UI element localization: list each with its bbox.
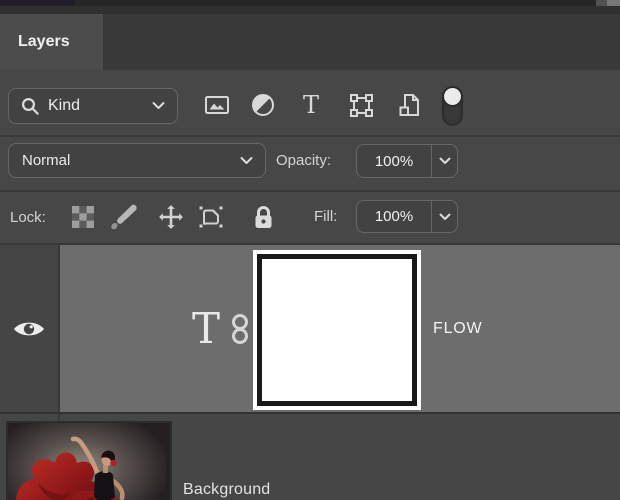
opacity-value[interactable]: 100% (357, 145, 431, 177)
tab-layers-label: Layers (18, 33, 70, 50)
chevron-down-icon[interactable] (432, 201, 457, 232)
layer-filtering-toggle[interactable] (442, 86, 463, 126)
chevron-down-icon (152, 97, 165, 115)
mask-selection-frame (257, 254, 417, 406)
toggle-knob (444, 88, 461, 105)
filter-kind-dropdown[interactable]: Kind (8, 88, 178, 124)
fill-input[interactable]: 100% (356, 200, 458, 233)
row-separator (0, 135, 620, 137)
layer-name-flow[interactable]: FLOW (433, 320, 482, 338)
fill-value[interactable]: 100% (357, 201, 431, 232)
chevron-down-icon[interactable] (432, 145, 457, 177)
lock-pixels-brush-icon[interactable] (108, 203, 138, 231)
smart-object-filter-icon[interactable] (395, 90, 425, 120)
adjustment-layer-filter-icon[interactable] (248, 90, 278, 120)
blend-mode-dropdown[interactable]: Normal (8, 143, 266, 178)
opacity-label: Opacity: (276, 152, 332, 169)
lock-position-move-icon[interactable] (156, 203, 186, 231)
type-layer-filter-icon[interactable]: T (296, 90, 326, 120)
chevron-down-icon (240, 152, 253, 170)
mask-link-icon[interactable] (230, 313, 250, 344)
red-dress-dancer-thumbnail[interactable] (6, 421, 172, 500)
filter-kind-value: Kind (48, 97, 81, 114)
panel-header-strip (0, 6, 620, 14)
blend-mode-value: Normal (22, 152, 71, 169)
layer-row-flow[interactable]: T FLOW (0, 245, 620, 412)
lock-artboard-icon[interactable] (196, 203, 226, 231)
layer-row-background[interactable]: Background (0, 414, 620, 500)
lock-all-icon[interactable] (248, 203, 278, 231)
row-separator (0, 190, 620, 192)
pixel-layer-filter-icon[interactable] (202, 90, 232, 120)
lock-label: Lock: (10, 209, 46, 226)
visibility-toggle-flow[interactable] (0, 245, 58, 412)
eye-icon (14, 322, 44, 335)
fill-label: Fill: (314, 208, 338, 225)
layer-mask-thumbnail-selected[interactable] (253, 250, 421, 410)
layers-panel: Layers Kind T Normal Opacity: 100% Lock:… (0, 0, 620, 500)
search-icon (21, 97, 40, 116)
svg-text:T: T (303, 92, 319, 118)
lock-transparency-icon[interactable] (68, 203, 98, 231)
shape-layer-filter-icon[interactable] (346, 90, 376, 120)
opacity-input[interactable]: 100% (356, 144, 458, 178)
layer-flow-content[interactable]: T FLOW (60, 245, 620, 412)
layer-name-background[interactable]: Background (183, 481, 270, 499)
tab-layers[interactable]: Layers (0, 14, 103, 70)
